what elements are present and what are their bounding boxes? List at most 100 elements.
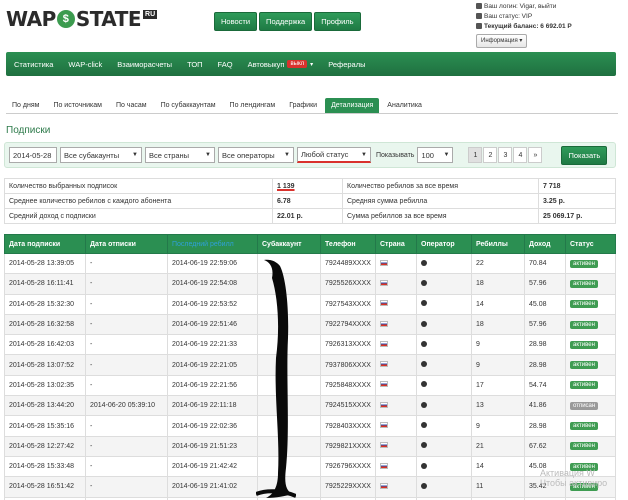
cell-subscribe-date: 2014-05-28 12:27:42 [4, 435, 86, 457]
col-subscribe-date[interactable]: Дата подписки [4, 234, 86, 254]
cell-country [375, 273, 417, 295]
nav-news-button[interactable]: Новости [214, 12, 258, 31]
info-dropdown-button[interactable]: Информация ▾ [476, 34, 528, 48]
cell-rebills: 14 [471, 293, 525, 315]
table-row: 2014-05-28 15:33:48-2014-06-19 21:42:42 7… [4, 455, 616, 478]
status-badge: активен [570, 442, 598, 451]
status-badge: отписан [570, 401, 599, 410]
table-row: 2014-05-28 13:44:20 2014-06-20 05:39:10 20… [4, 395, 616, 417]
wallet-icon [476, 23, 482, 29]
russia-flag-icon [380, 300, 388, 307]
cell-subscribe-date: 2014-05-28 13:07:52 [4, 354, 86, 376]
cell-operator [416, 273, 472, 295]
tab-by-days[interactable]: По дням [6, 98, 45, 113]
cell-last-rebill: 2014-06-19 22:54:08 [167, 273, 258, 295]
tab-by-subaccounts[interactable]: По субаккаунтам [155, 98, 222, 113]
cell-status: активен [565, 293, 616, 315]
cell-last-rebill: 2014-06-19 22:11:18 [167, 395, 258, 417]
cell-operator [416, 435, 472, 457]
col-income[interactable]: Доход [524, 234, 566, 254]
cell-operator [416, 313, 472, 336]
operator-icon [421, 381, 427, 388]
status-badge: активен [570, 422, 598, 431]
account-panel: Ваш логин: Vigar, выйти Ваш статус: VIP … [476, 2, 572, 48]
col-unsubscribe-date[interactable]: Дата отписки [85, 234, 168, 254]
cell-last-rebill: 2014-06-19 22:02:36 [167, 415, 258, 437]
cell-operator [416, 476, 472, 498]
page-next[interactable]: » [528, 147, 543, 163]
tab-details[interactable]: Детализация [325, 98, 380, 113]
cell-rebills: 9 [471, 354, 525, 376]
logo[interactable]: WAP $ STATE RU [6, 6, 158, 32]
col-subaccount[interactable]: Субаккаунт [257, 234, 321, 254]
col-rebills[interactable]: Ребиллы [471, 234, 525, 254]
col-phone[interactable]: Телефон [320, 234, 376, 254]
cell-unsubscribe-date: - [85, 313, 168, 336]
page-3[interactable]: 3 [498, 147, 513, 163]
cell-last-rebill: 2014-06-19 22:51:46 [167, 313, 258, 336]
menu-statistics[interactable]: Статистика [14, 60, 53, 69]
tab-by-landings[interactable]: По лендингам [224, 98, 282, 113]
col-operator[interactable]: Оператор [416, 234, 472, 254]
status-badge: активен [570, 361, 598, 370]
report-tabs: По дням По источникам По часам По субакк… [6, 94, 618, 114]
subaccount-select[interactable]: Все субакаунты ▼ [60, 147, 142, 163]
russia-flag-icon [380, 381, 388, 388]
menu-autobuy[interactable]: Автовыкуп выкл ▾ [248, 60, 314, 69]
stats-label: Сумма ребиллов за все время [342, 208, 539, 224]
menu-settlements[interactable]: Взаиморасчеты [117, 60, 172, 69]
cell-income: 28.98 [524, 354, 566, 376]
cell-unsubscribe-date: - [85, 374, 168, 397]
nav-profile-button[interactable]: Профиль [314, 12, 361, 31]
date-input[interactable]: 2014-05-28 [9, 147, 57, 163]
page-4[interactable]: 4 [513, 147, 528, 163]
chevron-down-icon: ▼ [284, 152, 290, 158]
summary-stats: Количество выбранных подписок 1 139 Коли… [4, 178, 616, 224]
menu-faq[interactable]: FAQ [218, 60, 233, 69]
tab-analytics[interactable]: Аналитика [381, 98, 428, 113]
operator-icon [421, 401, 427, 408]
country-select[interactable]: Все страны ▼ [145, 147, 215, 163]
account-login[interactable]: Ваш логин: Vigar, выйти [484, 3, 556, 10]
stats-row: Количество выбранных подписок 1 139 Коли… [4, 178, 616, 194]
country-select-value: Все страны [149, 150, 190, 160]
table-header-row: Дата подписки Дата отписки Последний реб… [4, 234, 616, 254]
cell-subscribe-date: 2014-05-28 16:32:58 [4, 313, 86, 336]
col-last-rebill[interactable]: Последний ребилл [167, 234, 258, 254]
cell-status: активен [565, 354, 616, 376]
col-status[interactable]: Статус [565, 234, 616, 254]
cell-country [375, 455, 417, 478]
stats-label: Средний доход с подписки [4, 208, 273, 224]
tab-charts[interactable]: Графики [283, 98, 323, 113]
show-button[interactable]: Показать [561, 145, 608, 165]
nav-support-button[interactable]: Поддержка [259, 12, 313, 31]
cell-phone: 7929821XXXX [320, 435, 376, 457]
stats-label: Количество ребилов за все время [342, 178, 539, 194]
cell-phone: 7924515XXXX [320, 395, 376, 417]
status-badge: активен [570, 300, 598, 309]
menu-wap-click[interactable]: WAP-click [68, 60, 102, 69]
operator-icon [421, 442, 427, 449]
cell-country [375, 395, 417, 417]
russia-flag-icon [380, 279, 388, 286]
stats-label: Количество выбранных подписок [4, 178, 273, 194]
menu-referrals[interactable]: Рефералы [328, 60, 365, 69]
tab-by-hours[interactable]: По часам [110, 98, 153, 113]
col-country[interactable]: Страна [375, 234, 417, 254]
cell-income: 28.98 [524, 334, 566, 356]
chevron-down-icon: ▼ [443, 152, 450, 158]
operator-select[interactable]: Все операторы ▼ [218, 147, 294, 163]
status-select[interactable]: Любой статус ▼ [297, 147, 371, 163]
account-login-line: Ваш логин: Vigar, выйти [476, 2, 572, 12]
cell-phone: 7926796XXXX [320, 455, 376, 478]
per-page-select[interactable]: 100 ▼ [417, 147, 454, 163]
operator-icon [421, 482, 427, 489]
tab-by-sources[interactable]: По источникам [47, 98, 108, 113]
table-row: 2014-05-28 16:51:42-2014-06-19 21:41:02 7… [4, 476, 616, 498]
menu-top[interactable]: ТОП [187, 60, 202, 69]
stats-label: Среднее количество ребилов с каждого або… [4, 193, 273, 209]
page-2[interactable]: 2 [483, 147, 498, 163]
page-1[interactable]: 1 [468, 147, 483, 163]
cell-country [375, 476, 417, 498]
chevron-down-icon: ▼ [205, 152, 211, 158]
